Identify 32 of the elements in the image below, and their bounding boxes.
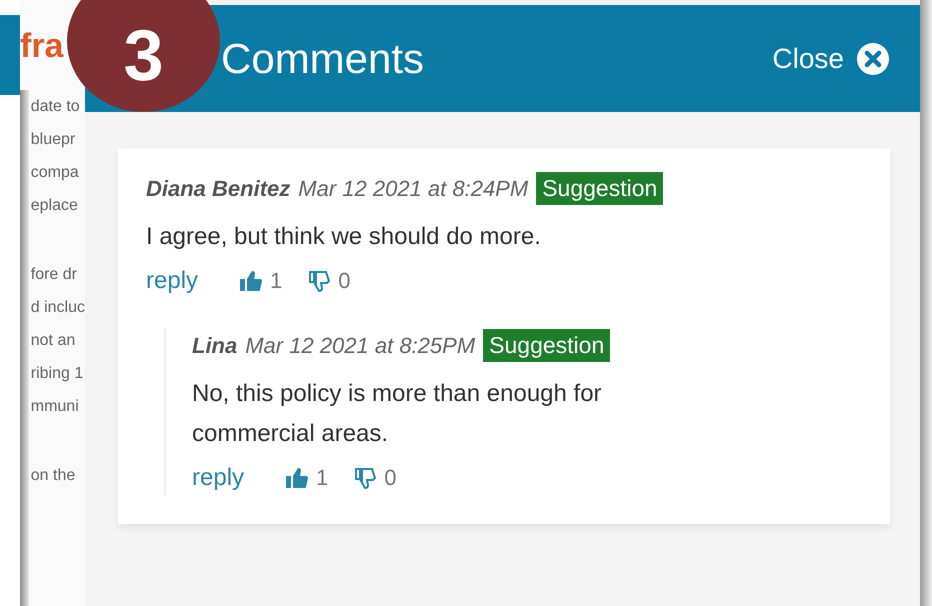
thumbs-up-icon[interactable] bbox=[286, 468, 308, 488]
page-text-line: not an bbox=[30, 331, 76, 351]
thumbs-down-icon[interactable] bbox=[308, 270, 330, 292]
comment-time: Mar 12 2021 at 8:24PM bbox=[298, 176, 528, 202]
close-button[interactable]: Close bbox=[768, 38, 894, 80]
page-text-line: d incluc bbox=[30, 298, 85, 318]
page-text-line: fore dr bbox=[30, 265, 78, 285]
page-heading: fra bbox=[20, 26, 65, 67]
page-text-line: bluepr bbox=[30, 130, 76, 150]
comment-author: Diana Benitez bbox=[146, 176, 290, 202]
dislike-count: 0 bbox=[384, 465, 397, 491]
thumbs-up-icon[interactable] bbox=[240, 271, 262, 291]
panel-title: Comments bbox=[221, 34, 426, 82]
comment-time: Mar 12 2021 at 8:25PM bbox=[245, 332, 476, 358]
page-text-line: eplace bbox=[30, 196, 79, 216]
dislike-count: 0 bbox=[338, 268, 351, 294]
comment-text: I agree, but think we should do more. bbox=[146, 222, 542, 252]
close-icon bbox=[856, 42, 890, 76]
comment-text: No, this policy is more than enough for commercial areas. bbox=[192, 379, 603, 449]
comment-author: Lina bbox=[192, 332, 238, 358]
page-text-line: compa bbox=[30, 163, 80, 183]
page-text-line: date to bbox=[30, 97, 81, 117]
thumbs-down-icon[interactable] bbox=[354, 467, 376, 489]
reply-link[interactable]: reply bbox=[146, 267, 198, 295]
comment-tag: Suggestion bbox=[536, 172, 664, 205]
page-text-line: on the bbox=[30, 466, 76, 486]
reply-link[interactable]: reply bbox=[192, 464, 244, 492]
page-text-line: mmuni bbox=[30, 397, 80, 417]
page-text-line: ribing 1 bbox=[30, 364, 84, 384]
like-count: 1 bbox=[270, 268, 282, 294]
like-count: 1 bbox=[316, 465, 328, 491]
comment-tag: Suggestion bbox=[483, 329, 610, 362]
